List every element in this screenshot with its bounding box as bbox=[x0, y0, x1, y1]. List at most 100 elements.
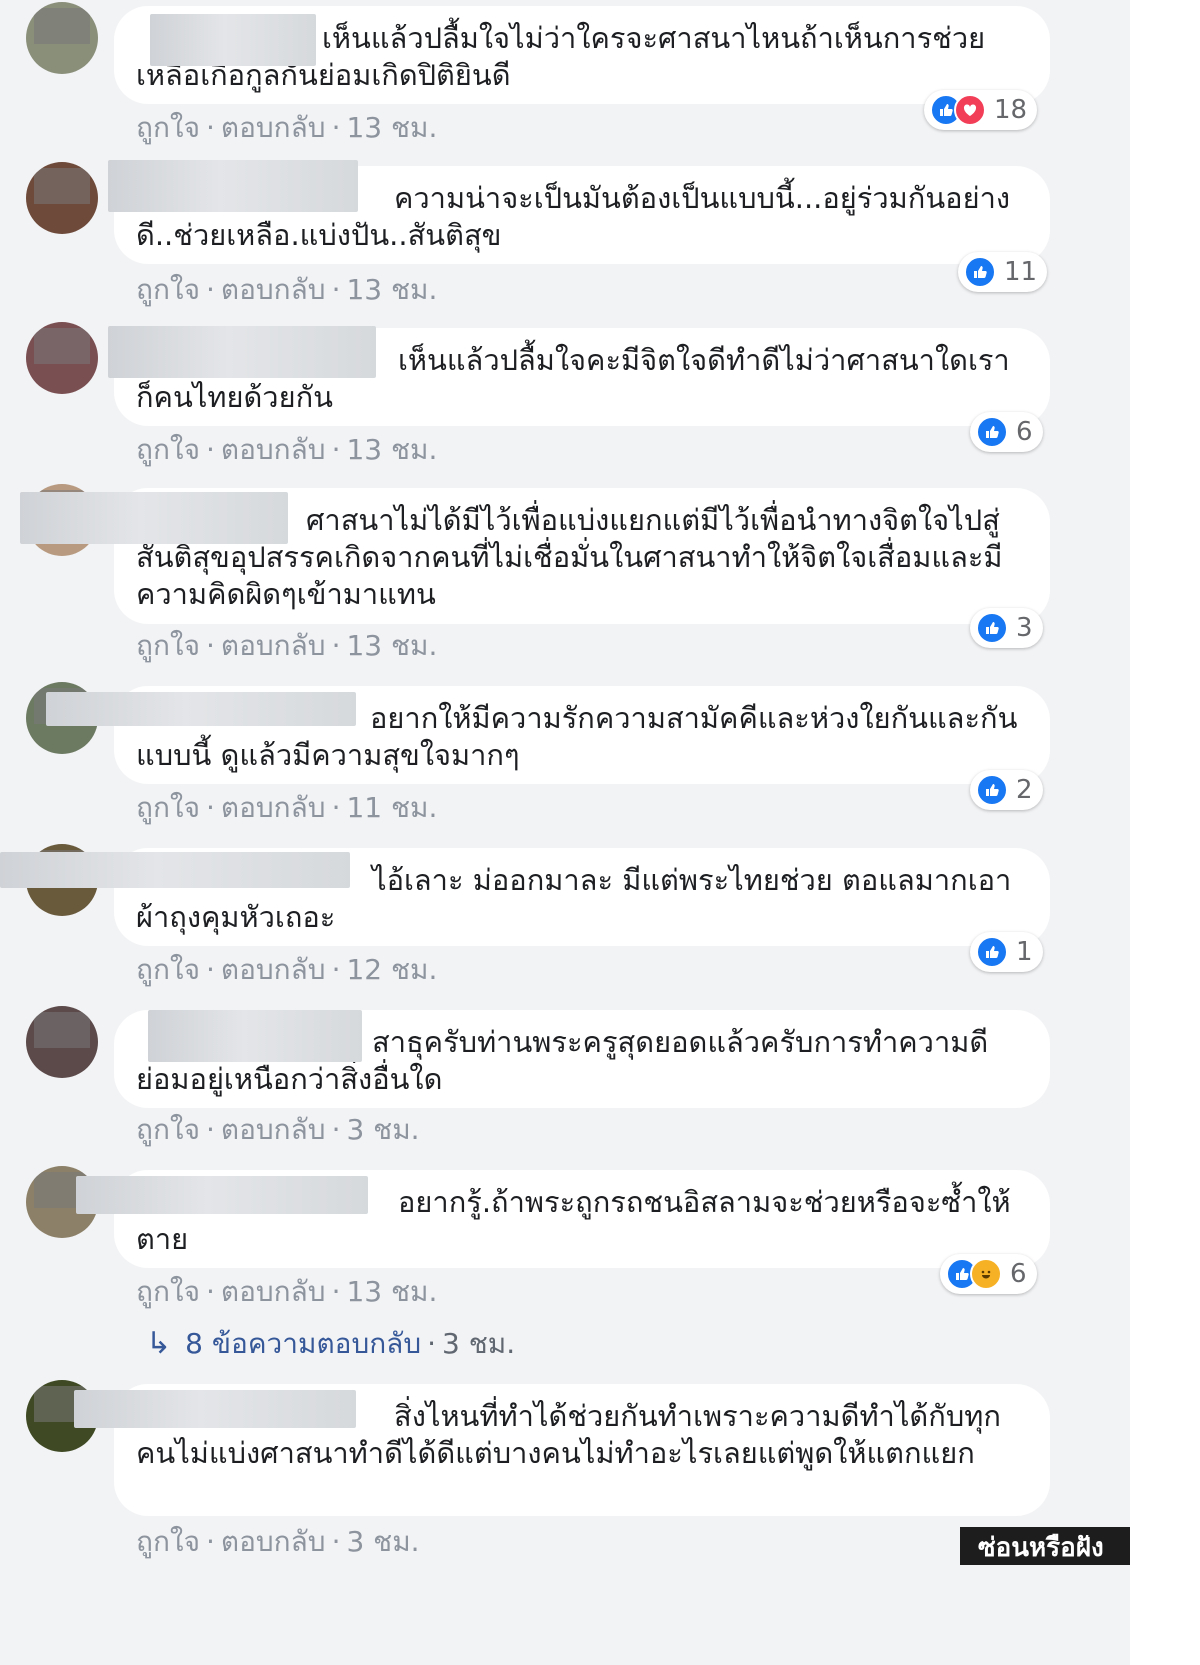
separator: · bbox=[205, 1113, 215, 1146]
avatar-blur bbox=[34, 8, 90, 44]
avatar-blur bbox=[34, 328, 90, 364]
separator: · bbox=[331, 953, 341, 986]
reaction-summary[interactable]: 3 bbox=[970, 608, 1043, 648]
reaction-count: 6 bbox=[1016, 417, 1033, 447]
author-name-redacted[interactable] bbox=[108, 326, 376, 378]
author-name-redacted[interactable] bbox=[46, 692, 356, 726]
author-name-redacted[interactable] bbox=[20, 492, 288, 544]
like-link[interactable]: ถูกใจ bbox=[136, 953, 200, 986]
comment-bubble: อยากให้มีความรักความสามัคคีและห่วงใยกันแ… bbox=[46, 686, 1050, 784]
reaction-summary[interactable]: 1 bbox=[970, 932, 1043, 972]
reaction-count: 1 bbox=[1016, 937, 1033, 967]
comment-time[interactable]: 3 ชม. bbox=[346, 1525, 419, 1558]
separator: · bbox=[331, 1275, 341, 1308]
comment-time[interactable]: 3 ชม. bbox=[346, 1113, 419, 1146]
avatar[interactable] bbox=[26, 322, 98, 394]
separator: · bbox=[205, 1525, 215, 1558]
reaction-summary[interactable]: 18 bbox=[924, 90, 1038, 130]
comment-bubble: ไอ้เลาะ ม่ออกมาละ มีแต่พระไทยช่วย ตอแลมา… bbox=[0, 848, 1050, 946]
comment-time[interactable]: 13 ชม. bbox=[346, 111, 437, 144]
haha-reaction-icon bbox=[970, 1258, 1002, 1290]
comment-actions: ถูกใจ · ตอบกลับ · 11 ชม. bbox=[136, 786, 437, 830]
comment-actions: ถูกใจ · ตอบกลับ · 13 ชม. bbox=[136, 268, 437, 312]
reaction-summary[interactable]: 6 bbox=[940, 1254, 1037, 1294]
reply-link[interactable]: ตอบกลับ bbox=[221, 1525, 326, 1558]
like-reaction-icon bbox=[976, 416, 1008, 448]
separator: · bbox=[205, 111, 215, 144]
comment-time[interactable]: 12 ชม. bbox=[346, 953, 437, 986]
reaction-summary[interactable]: 6 bbox=[970, 412, 1043, 452]
like-link[interactable]: ถูกใจ bbox=[136, 1525, 200, 1558]
reaction-count: 6 bbox=[1010, 1259, 1027, 1289]
comment-bubble: เห็นแล้วปลื้มใจไม่ว่าใครจะศาสนาไหนถ้าเห็… bbox=[114, 6, 1050, 104]
reaction-count: 2 bbox=[1016, 775, 1033, 805]
separator: · bbox=[331, 433, 341, 466]
comment-time[interactable]: 13 ชม. bbox=[346, 629, 437, 662]
avatar[interactable] bbox=[26, 1006, 98, 1078]
like-link[interactable]: ถูกใจ bbox=[136, 273, 200, 306]
comment-time[interactable]: 13 ชม. bbox=[346, 433, 437, 466]
separator: · bbox=[205, 791, 215, 824]
view-replies[interactable]: ↳ 8 ข้อความตอบกลับ · 3 ชม. bbox=[146, 1322, 515, 1366]
like-link[interactable]: ถูกใจ bbox=[136, 433, 200, 466]
replies-count-link[interactable]: 8 ข้อความตอบกลับ bbox=[185, 1327, 421, 1360]
reply-link[interactable]: ตอบกลับ bbox=[221, 111, 326, 144]
comment-actions: ถูกใจ · ตอบกลับ · 13 ชม. bbox=[136, 428, 437, 472]
author-name-redacted[interactable] bbox=[74, 1390, 356, 1428]
comment-time[interactable]: 11 ชม. bbox=[346, 791, 437, 824]
reply-link[interactable]: ตอบกลับ bbox=[221, 433, 326, 466]
comment-bubble: เห็นแล้วปลื้มใจคะมีจิตใจดีทำดีไม่ว่าศาสน… bbox=[108, 326, 1050, 426]
separator: · bbox=[205, 273, 215, 306]
comment-actions: ถูกใจ · ตอบกลับ · 13 ชม. bbox=[136, 1270, 437, 1314]
comment-bubble: สิ่งไหนที่ทำได้ช่วยกันทำเพราะความดีทำได้… bbox=[74, 1384, 1050, 1516]
separator: · bbox=[205, 953, 215, 986]
comment-bubble: สาธุครับท่านพระครูสุดยอดแล้วครับการทำควา… bbox=[114, 1010, 1050, 1108]
reaction-count: 18 bbox=[994, 95, 1028, 125]
reply-arrow-icon: ↳ bbox=[146, 1326, 172, 1361]
reaction-count: 3 bbox=[1016, 613, 1033, 643]
comment-actions: ถูกใจ · ตอบกลับ · 12 ชม. bbox=[136, 948, 437, 992]
separator: · bbox=[427, 1327, 437, 1360]
page-edge bbox=[1130, 0, 1200, 1665]
separator: · bbox=[331, 1525, 341, 1558]
reply-link[interactable]: ตอบกลับ bbox=[221, 953, 326, 986]
author-name-redacted[interactable] bbox=[108, 160, 358, 212]
like-reaction-icon bbox=[976, 936, 1008, 968]
reply-link[interactable]: ตอบกลับ bbox=[221, 273, 326, 306]
like-link[interactable]: ถูกใจ bbox=[136, 791, 200, 824]
comment-bubble: อยากรู้.ถ้าพระถูกรถชนอิสลามจะช่วยหรือจะซ… bbox=[76, 1170, 1050, 1268]
reaction-summary[interactable]: 2 bbox=[970, 770, 1043, 810]
like-link[interactable]: ถูกใจ bbox=[136, 629, 200, 662]
like-reaction-icon bbox=[976, 774, 1008, 806]
like-link[interactable]: ถูกใจ bbox=[136, 111, 200, 144]
reply-link[interactable]: ตอบกลับ bbox=[221, 1275, 326, 1308]
hide-or-embed-button[interactable]: ซ่อนหรือฝัง bbox=[960, 1527, 1130, 1565]
author-name-redacted[interactable] bbox=[148, 1010, 362, 1062]
reply-link[interactable]: ตอบกลับ bbox=[221, 629, 326, 662]
comment-time[interactable]: 13 ชม. bbox=[346, 1275, 437, 1308]
reply-link[interactable]: ตอบกลับ bbox=[221, 791, 326, 824]
like-link[interactable]: ถูกใจ bbox=[136, 1275, 200, 1308]
comment-actions: ถูกใจ · ตอบกลับ · 13 ชม. bbox=[136, 106, 437, 150]
like-link[interactable]: ถูกใจ bbox=[136, 1113, 200, 1146]
author-name-redacted[interactable] bbox=[150, 14, 316, 66]
separator: · bbox=[331, 791, 341, 824]
like-reaction-icon bbox=[976, 612, 1008, 644]
avatar[interactable] bbox=[26, 162, 98, 234]
separator: · bbox=[331, 273, 341, 306]
comment-time[interactable]: 13 ชม. bbox=[346, 273, 437, 306]
separator: · bbox=[205, 1275, 215, 1308]
comment-actions: ถูกใจ · ตอบกลับ · 13 ชม. bbox=[136, 624, 437, 668]
love-reaction-icon bbox=[954, 94, 986, 126]
separator: · bbox=[205, 433, 215, 466]
reaction-summary[interactable]: 11 bbox=[958, 252, 1048, 292]
reply-link[interactable]: ตอบกลับ bbox=[221, 1113, 326, 1146]
author-name-redacted[interactable] bbox=[0, 852, 350, 888]
author-name-redacted[interactable] bbox=[76, 1176, 368, 1214]
separator: · bbox=[331, 111, 341, 144]
comment-actions: ถูกใจ · ตอบกลับ · 3 ชม. bbox=[136, 1108, 420, 1152]
comment-actions: ถูกใจ · ตอบกลับ · 3 ชม. bbox=[136, 1520, 420, 1564]
replies-time: 3 ชม. bbox=[442, 1327, 516, 1360]
avatar[interactable] bbox=[26, 2, 98, 74]
separator: · bbox=[205, 629, 215, 662]
